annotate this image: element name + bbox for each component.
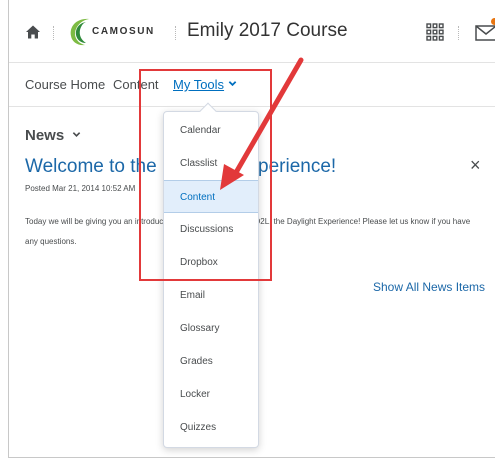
menu-item-classlist[interactable]: Classlist	[164, 147, 258, 180]
menu-item-quizzes[interactable]: Quizzes	[164, 411, 258, 444]
chevron-down-icon	[73, 132, 81, 137]
browser-frame: CAMOSUN Emily 2017 Course Course Home Co…	[8, 0, 495, 458]
my-tools-dropdown-menu: Calendar Classlist Content Discussions D…	[163, 102, 259, 448]
course-selector-waffle-icon[interactable]	[426, 23, 444, 41]
menu-item-email[interactable]: Email	[164, 279, 258, 312]
notification-badge	[491, 18, 495, 25]
close-icon[interactable]: ×	[470, 156, 484, 174]
nav-item-my-tools-label: My Tools	[173, 77, 225, 92]
home-icon[interactable]	[25, 24, 41, 40]
header-separator	[53, 26, 54, 40]
menu-item-dropbox[interactable]: Dropbox	[164, 246, 258, 279]
menu-item-glossary[interactable]: Glossary	[164, 312, 258, 345]
mail-icon[interactable]	[475, 24, 495, 42]
menu-item-locker[interactable]: Locker	[164, 378, 258, 411]
news-widget-heading[interactable]: News	[25, 127, 81, 144]
menu-item-content[interactable]: Content	[164, 180, 258, 213]
nav-item-course-home[interactable]: Course Home	[25, 77, 105, 92]
camosun-logo[interactable]: CAMOSUN	[67, 16, 167, 48]
news-heading-label: News	[25, 127, 65, 144]
logo-text: CAMOSUN	[92, 26, 155, 37]
nav-item-my-tools[interactable]: My Tools	[173, 77, 237, 92]
course-title[interactable]: Emily 2017 Course	[187, 20, 348, 42]
show-all-news-link[interactable]: Show All News Items	[373, 280, 485, 294]
header-separator	[458, 26, 459, 40]
news-item-posted-date: Posted Mar 21, 2014 10:52 AM	[25, 184, 136, 193]
menu-item-discussions[interactable]: Discussions	[164, 213, 258, 246]
chevron-down-icon	[228, 81, 237, 87]
top-header: CAMOSUN Emily 2017 Course	[9, 0, 495, 62]
navbar: Course Home Content My Tools	[9, 62, 495, 107]
nav-item-content[interactable]: Content	[113, 77, 159, 92]
header-separator	[175, 26, 176, 40]
menu-item-calendar[interactable]: Calendar	[164, 114, 258, 147]
menu-item-grades[interactable]: Grades	[164, 345, 258, 378]
